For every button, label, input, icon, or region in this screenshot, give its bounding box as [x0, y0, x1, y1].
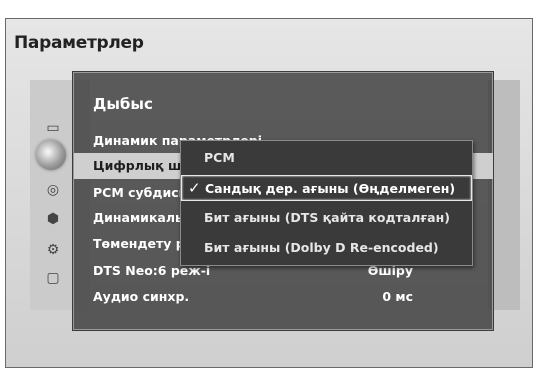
- window-title: Параметрлер: [14, 33, 144, 53]
- option-raw-bitstream[interactable]: ✓ Сандық дер. ағыны (Өңделмеген): [181, 175, 472, 201]
- network-icon[interactable]: ⬢: [43, 209, 63, 229]
- submenu-title: Дыбыс: [93, 95, 153, 113]
- menu-item-audio-sync[interactable]: Аудио синхр. 0 мс: [74, 284, 493, 310]
- support-icon[interactable]: ▢: [43, 268, 63, 288]
- option-label: PCM: [204, 150, 235, 165]
- menu-item-label: Аудио синхр.: [93, 289, 190, 304]
- picture-icon[interactable]: ▭: [43, 118, 63, 138]
- menu-item-value: 0 мс: [382, 289, 413, 304]
- system-icon[interactable]: ⚙: [43, 240, 63, 260]
- option-label: Бит ағыны (Dolby D Re-encoded): [204, 240, 439, 255]
- option-label: Сандық дер. ағыны (Өңделмеген): [205, 181, 456, 196]
- broadcast-icon[interactable]: ◎: [43, 180, 63, 200]
- sound-icon[interactable]: [36, 140, 66, 170]
- option-label: Бит ағыны (DTS қайта кодталған): [204, 210, 450, 225]
- digital-output-dropdown: PCM ✓ Сандық дер. ағыны (Өңделмеген) Бит…: [180, 140, 473, 266]
- option-dolby-reencoded[interactable]: Бит ағыны (Dolby D Re-encoded): [181, 235, 472, 261]
- checkmark-icon: ✓: [188, 179, 201, 197]
- option-pcm[interactable]: PCM: [181, 145, 472, 171]
- option-dts-reencoded[interactable]: Бит ағыны (DTS қайта кодталған): [181, 205, 472, 231]
